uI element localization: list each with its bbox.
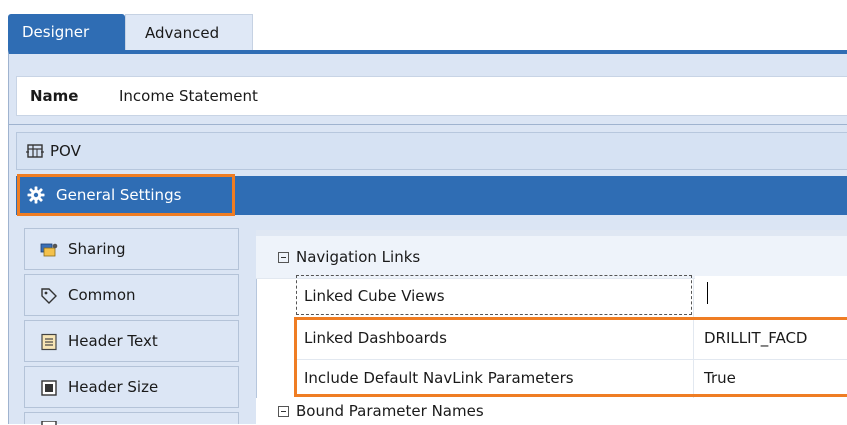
name-label: Name	[30, 87, 79, 105]
pov-label: POV	[50, 142, 81, 160]
nav-item-sharing[interactable]: Sharing	[24, 228, 239, 270]
pov-grid-icon	[26, 144, 44, 158]
tab-advanced[interactable]: Advanced	[125, 14, 253, 50]
property-value-input-linked-cube-views[interactable]	[695, 276, 847, 314]
nav-item-header-size[interactable]: Header Size	[24, 366, 239, 408]
header-size-icon	[41, 380, 57, 396]
group-label: Navigation Links	[296, 248, 421, 266]
nav-item-more[interactable]	[24, 412, 239, 425]
tag-icon	[41, 288, 57, 304]
tab-designer[interactable]: Designer	[8, 14, 125, 54]
text-caret	[707, 282, 708, 304]
focus-outline	[296, 275, 692, 315]
pov-section-header[interactable]	[16, 132, 847, 170]
collapse-icon[interactable]	[278, 252, 289, 263]
nav-item-common[interactable]: Common	[24, 274, 239, 316]
divider	[8, 124, 847, 125]
group-navigation-links[interactable]: Navigation Links	[256, 236, 847, 279]
nav-item-header-text[interactable]: Header Text	[24, 320, 239, 362]
collapse-icon[interactable]	[278, 406, 289, 417]
nav-next-icon	[41, 421, 57, 425]
highlight-box-general-settings	[17, 174, 235, 216]
nav-label-sharing: Sharing	[68, 240, 126, 258]
nav-label-header-size: Header Size	[68, 378, 159, 396]
group-bound-parameter-names[interactable]: Bound Parameter Names	[256, 398, 847, 424]
nav-label-common: Common	[68, 286, 136, 304]
sharing-icon	[40, 243, 58, 257]
highlight-box-navlinks	[294, 317, 847, 397]
name-value[interactable]: Income Statement	[119, 76, 258, 116]
header-text-icon	[41, 333, 57, 351]
group-label: Bound Parameter Names	[296, 402, 484, 420]
nav-label-header-text: Header Text	[68, 332, 158, 350]
